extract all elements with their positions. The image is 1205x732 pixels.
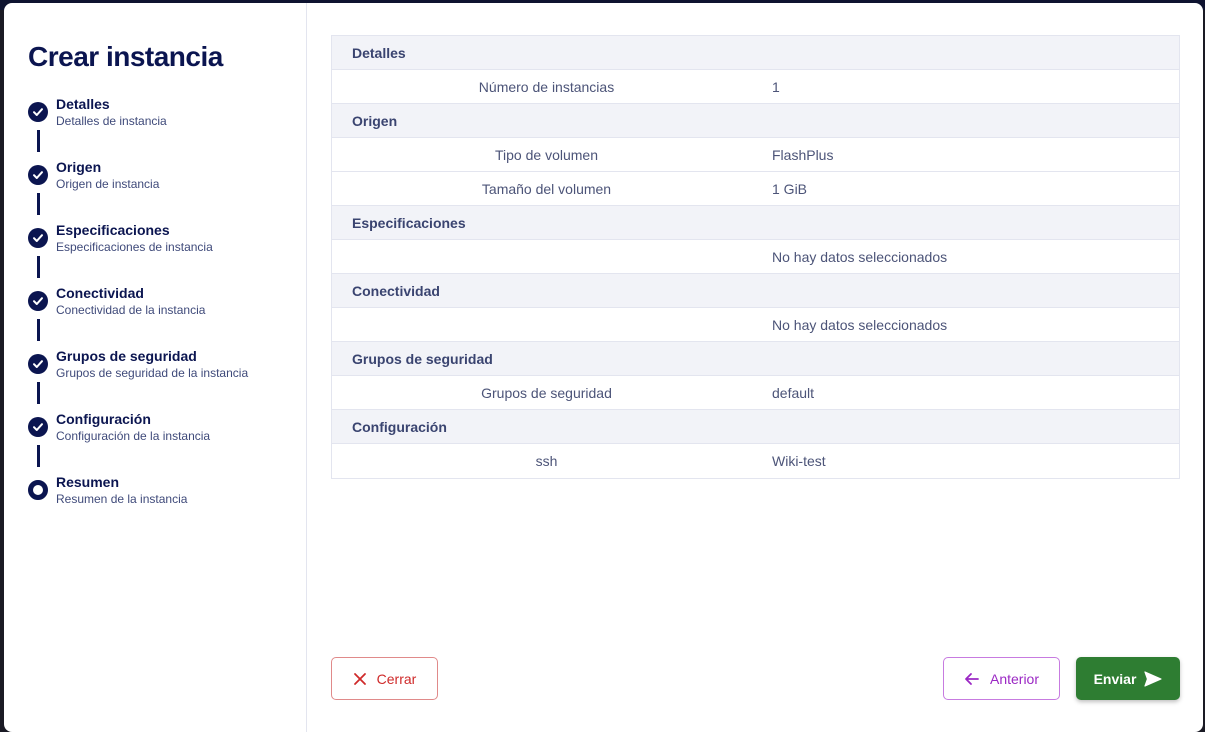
step-connector xyxy=(37,256,40,278)
step-conectividad[interactable]: Conectividad Conectividad de la instanci… xyxy=(28,284,306,347)
previous-button[interactable]: Anterior xyxy=(943,657,1060,700)
step-grupos-seguridad[interactable]: Grupos de seguridad Grupos de seguridad … xyxy=(28,347,306,410)
current-step-icon xyxy=(28,480,48,500)
step-configuracion[interactable]: Configuración Configuración de la instan… xyxy=(28,410,306,473)
close-button-label: Cerrar xyxy=(376,670,417,687)
table-row: Número de instancias 1 xyxy=(332,70,1179,104)
step-connector xyxy=(37,130,40,152)
create-instance-modal: Crear instancia Detalles Detalles de ins… xyxy=(4,3,1203,732)
step-title: Especificaciones xyxy=(56,222,170,238)
table-row: No hay datos seleccionados xyxy=(332,240,1179,274)
step-title: Resumen xyxy=(56,474,120,490)
check-icon xyxy=(28,291,48,311)
step-subtitle: Configuración de la instancia xyxy=(56,429,211,443)
table-row: Tamaño del volumen 1 GiB xyxy=(332,172,1179,206)
row-value: Wiki-test xyxy=(772,453,826,469)
step-subtitle: Origen de instancia xyxy=(56,177,160,191)
check-icon xyxy=(28,102,48,122)
step-subtitle: Conectividad de la instancia xyxy=(56,303,206,317)
row-key: ssh xyxy=(535,453,558,469)
section-header: Grupos de seguridad xyxy=(332,342,1179,376)
page-title: Crear instancia xyxy=(28,41,223,72)
row-value: 1 GiB xyxy=(772,180,808,197)
step-especificaciones[interactable]: Especificaciones Especificaciones de ins… xyxy=(28,221,306,284)
close-icon xyxy=(353,672,366,685)
row-key: Tipo de volumen xyxy=(495,146,598,163)
table-row: No hay datos seleccionados xyxy=(332,308,1179,342)
row-key: Número de instancias xyxy=(478,78,615,95)
previous-button-label: Anterior xyxy=(989,670,1040,687)
summary-table: Detalles Número de instancias 1 Origen T… xyxy=(331,35,1180,479)
close-button[interactable]: Cerrar xyxy=(331,657,438,700)
check-icon xyxy=(28,354,48,374)
step-connector xyxy=(37,445,40,467)
send-button[interactable]: Enviar xyxy=(1076,657,1180,700)
check-icon xyxy=(28,417,48,437)
row-key: Tamaño del volumen xyxy=(481,180,612,197)
step-subtitle: Detalles de instancia xyxy=(56,114,167,128)
table-row: ssh Wiki-test xyxy=(332,444,1179,478)
step-title: Grupos de seguridad xyxy=(56,348,197,364)
step-origen[interactable]: Origen Origen de instancia xyxy=(28,158,306,221)
arrow-left-icon xyxy=(965,672,979,685)
row-key: Grupos de seguridad xyxy=(481,384,612,401)
table-row: Tipo de volumen FlashPlus xyxy=(332,138,1179,172)
step-resumen[interactable]: Resumen Resumen de la instancia xyxy=(28,473,306,536)
step-subtitle: Resumen de la instancia xyxy=(56,492,188,506)
table-row: Grupos de seguridad default xyxy=(332,376,1179,410)
step-connector xyxy=(37,382,40,404)
row-value: 1 xyxy=(772,78,780,95)
row-value: default xyxy=(772,384,815,401)
step-subtitle: Grupos de seguridad de la instancia xyxy=(56,366,249,380)
check-icon xyxy=(28,165,48,185)
step-connector xyxy=(37,319,40,341)
section-header: Origen xyxy=(332,104,1179,138)
wizard-sidebar: Crear instancia Detalles Detalles de ins… xyxy=(4,3,307,732)
step-detalles[interactable]: Detalles Detalles de instancia xyxy=(28,95,306,158)
check-icon xyxy=(28,228,48,248)
send-button-label: Enviar xyxy=(1093,670,1137,687)
send-icon xyxy=(1144,670,1163,687)
step-subtitle: Especificaciones de instancia xyxy=(56,240,213,254)
section-header: Conectividad xyxy=(332,274,1179,308)
row-value: FlashPlus xyxy=(772,146,834,163)
step-title: Detalles xyxy=(56,96,110,112)
summary-panel: Detalles Número de instancias 1 Origen T… xyxy=(307,3,1203,732)
step-title: Conectividad xyxy=(56,285,144,301)
section-header: Detalles xyxy=(332,36,1179,70)
step-title: Origen xyxy=(56,159,102,175)
row-value: No hay datos seleccionados xyxy=(772,316,948,333)
section-header: Configuración xyxy=(332,410,1179,444)
step-title: Configuración xyxy=(56,411,151,427)
step-connector xyxy=(37,193,40,215)
row-value: No hay datos seleccionados xyxy=(772,248,948,265)
section-header: Especificaciones xyxy=(332,206,1179,240)
